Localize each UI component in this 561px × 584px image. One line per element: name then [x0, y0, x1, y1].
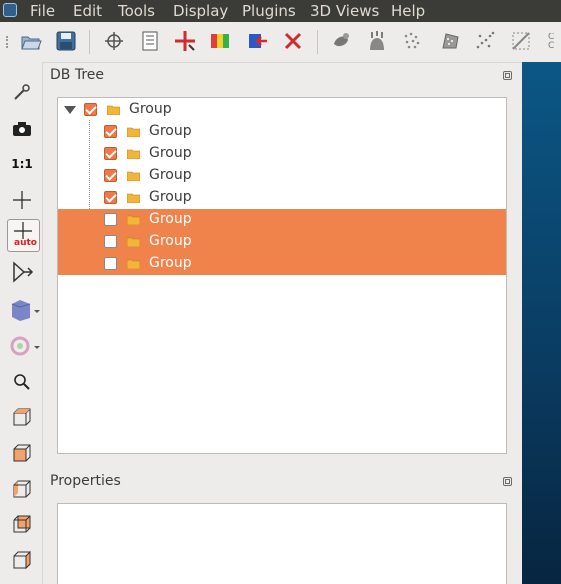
auto-label: auto [14, 238, 37, 248]
subsample-icon[interactable] [401, 30, 423, 52]
camera-icon[interactable] [10, 117, 34, 141]
tree-row-label: Group [149, 233, 192, 249]
perspective-cube-icon[interactable] [10, 298, 42, 322]
menu-edit[interactable]: Edit [73, 2, 102, 20]
tree-row-label: Group [149, 123, 192, 139]
3d-view[interactable] [522, 62, 561, 584]
front-view-icon[interactable] [10, 441, 34, 465]
clone-icon[interactable] [247, 30, 269, 52]
noise-filter-icon[interactable] [474, 30, 496, 52]
toolbar-grip[interactable] [6, 36, 12, 48]
menu-help[interactable]: Help [391, 2, 425, 20]
left-view-icon[interactable] [10, 477, 34, 501]
db-tree-view[interactable]: Group Group Group Group Group Group Grou… [57, 97, 507, 454]
lighting-icon[interactable] [10, 334, 42, 358]
toolbar-cut-label: C C [548, 33, 555, 51]
tree-row-root[interactable]: Group [58, 99, 506, 121]
properties-title: Properties [50, 473, 121, 489]
zoom-1to1-icon[interactable]: 1:1 [10, 152, 34, 176]
tree-checkbox[interactable] [104, 191, 117, 204]
open-icon[interactable] [20, 30, 42, 52]
tree-checkbox[interactable] [104, 147, 117, 160]
folder-icon [127, 215, 140, 225]
mesh-icon[interactable] [439, 30, 461, 52]
pick-rotation-center-icon[interactable] [103, 30, 125, 52]
top-view-icon[interactable] [10, 405, 34, 429]
expand-arrow-icon[interactable] [64, 106, 76, 114]
tree-checkbox[interactable] [84, 103, 97, 116]
folder-icon [127, 259, 140, 269]
crop-icon[interactable] [510, 30, 532, 52]
db-tree-title: DB Tree [50, 67, 105, 83]
folder-icon [127, 127, 140, 137]
folder-icon [127, 237, 140, 247]
tree-row[interactable]: Group [58, 187, 506, 209]
normals-icon[interactable] [366, 30, 388, 52]
tree-row-label: Group [149, 145, 192, 161]
folder-icon [127, 171, 140, 181]
center-cross-icon[interactable] [10, 188, 34, 212]
save-icon[interactable] [55, 30, 77, 52]
viewing-direction-icon[interactable] [10, 260, 34, 284]
sample-points-icon[interactable] [330, 30, 352, 52]
properties-view[interactable] [57, 503, 507, 584]
folder-icon [127, 149, 140, 159]
tree-row-label: Group [149, 211, 192, 227]
menu-bar: File Edit Tools Display Plugins 3D Views… [0, 0, 561, 22]
tree-row[interactable]: Group [58, 165, 506, 187]
delete-icon[interactable] [282, 30, 304, 52]
menu-plugins[interactable]: Plugins [242, 2, 296, 20]
tree-row[interactable]: Group [58, 143, 506, 165]
properties-float-button[interactable] [503, 477, 512, 486]
tree-row-selected[interactable]: Group [58, 209, 506, 231]
translate-rotate-icon[interactable] [174, 30, 196, 52]
menu-file[interactable]: File [30, 2, 55, 20]
auto-center-button[interactable]: auto [7, 219, 40, 252]
wrench-icon[interactable] [10, 80, 34, 104]
app-icon [3, 3, 17, 17]
tree-row-label: Group [149, 167, 192, 183]
folder-icon [127, 193, 140, 203]
toolbar-separator [89, 30, 90, 54]
tree-row[interactable]: Group [58, 121, 506, 143]
tree-row-selected[interactable]: Group [58, 231, 506, 253]
right-view-icon[interactable] [10, 548, 34, 572]
zoom-icon[interactable] [10, 370, 34, 394]
menu-display[interactable]: Display [173, 2, 228, 20]
tree-row-label: Group [129, 101, 172, 117]
tree-row-label: Group [149, 255, 192, 271]
folder-icon [107, 105, 120, 115]
main-toolbar: C C [0, 22, 561, 63]
view-toolbar: 1:1 auto [0, 62, 43, 584]
color-scale-icon[interactable] [209, 30, 231, 52]
db-tree-float-button[interactable] [503, 71, 512, 80]
tree-checkbox[interactable] [104, 125, 117, 138]
tree-checkbox[interactable] [104, 235, 117, 248]
tree-checkbox[interactable] [104, 169, 117, 182]
list-icon[interactable] [139, 30, 161, 52]
tree-checkbox[interactable] [104, 213, 117, 226]
tree-row-selected[interactable]: Group [58, 253, 506, 275]
toolbar-separator [317, 30, 318, 54]
menu-tools[interactable]: Tools [118, 2, 155, 20]
tree-checkbox[interactable] [104, 257, 117, 270]
back-view-icon[interactable] [10, 512, 34, 536]
tree-row-label: Group [149, 189, 192, 205]
menu-3d-views[interactable]: 3D Views [310, 2, 379, 20]
